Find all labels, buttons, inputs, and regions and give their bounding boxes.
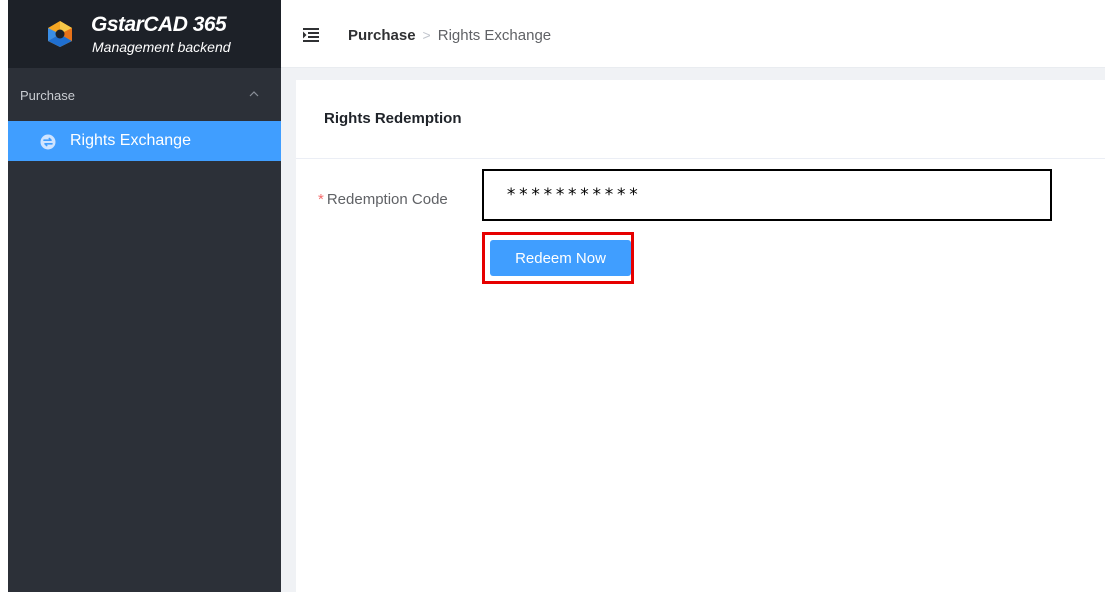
gstarcad-logo-icon: [48, 21, 72, 47]
card-header: Rights Redemption: [296, 80, 1105, 159]
redeem-now-button[interactable]: Redeem Now: [490, 240, 631, 276]
breadcrumb: Purchase > Rights Exchange: [348, 27, 551, 44]
brand-title: GstarCAD 365: [91, 13, 227, 36]
required-mark: *: [318, 191, 324, 208]
breadcrumb-separator: >: [422, 27, 431, 43]
sidebar-group-label: Purchase: [20, 88, 75, 103]
card-title: Rights Redemption: [324, 110, 462, 127]
top-header: Purchase > Rights Exchange: [281, 0, 1105, 68]
app-root: GstarCAD 365 Management backend Purchase…: [0, 0, 1105, 592]
left-edge-strip: [0, 0, 8, 592]
redemption-code-label: * Redemption Code: [318, 191, 448, 208]
exchange-icon: [40, 134, 56, 150]
sidebar-item-rights-exchange[interactable]: Rights Exchange: [8, 121, 281, 161]
breadcrumb-current: Rights Exchange: [437, 27, 552, 44]
sidebar-group-purchase[interactable]: Purchase: [8, 75, 281, 115]
sidebar: GstarCAD 365 Management backend Purchase…: [8, 0, 281, 592]
chevron-up-icon: [249, 91, 259, 97]
redemption-code-label-text: Redemption Code: [326, 191, 448, 208]
redemption-card: Rights Redemption *Redemption Code Redee…: [296, 80, 1105, 592]
breadcrumb-purchase[interactable]: Purchase: [348, 27, 416, 44]
brand-header[interactable]: GstarCAD 365 Management backend: [8, 0, 281, 68]
brand-subtitle: Management backend: [92, 39, 231, 55]
menu-fold-icon[interactable]: [303, 28, 319, 42]
redemption-code-input[interactable]: [482, 169, 1052, 221]
sidebar-item-label: Rights Exchange: [70, 132, 191, 149]
